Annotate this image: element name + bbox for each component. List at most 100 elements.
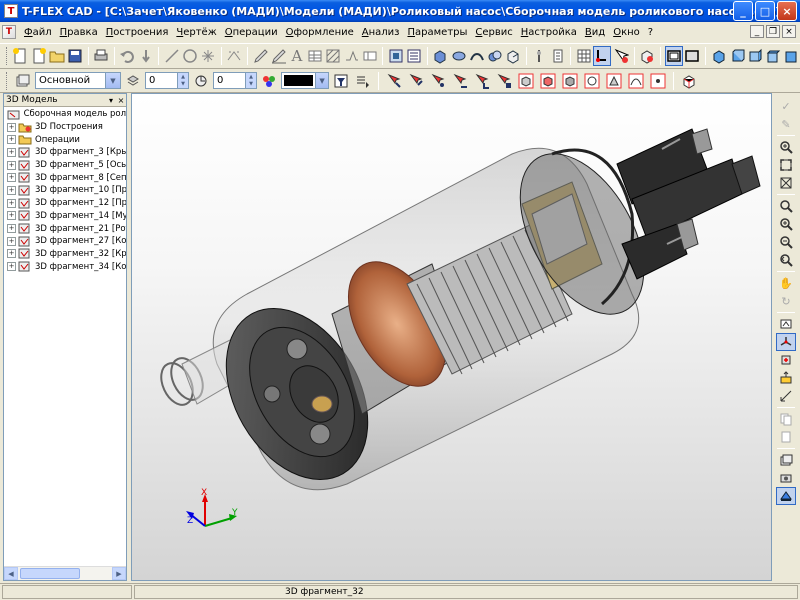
3d-view-icon[interactable] xyxy=(783,46,800,66)
redo-icon[interactable] xyxy=(137,46,154,66)
tree-item-fragment[interactable]: + 3D фрагмент_21 [Рот xyxy=(4,222,126,235)
menu-window[interactable]: Окно xyxy=(609,27,644,38)
zoom-prev-icon[interactable] xyxy=(776,251,796,269)
paste-icon[interactable] xyxy=(776,428,796,446)
title-bar[interactable]: T T-FLEX CAD - [C:\Зачет\Яковенко (МАДИ)… xyxy=(0,0,800,22)
3d-viewport[interactable]: X Y Z xyxy=(131,93,772,581)
check-icon[interactable]: ✓ xyxy=(776,97,796,115)
table-icon[interactable] xyxy=(307,46,324,66)
select-ws-icon[interactable] xyxy=(604,71,624,91)
panel-close-button[interactable]: × xyxy=(116,96,126,105)
filter-icon[interactable] xyxy=(331,71,351,91)
menu-view[interactable]: Вид xyxy=(581,27,609,38)
maximize-button[interactable]: □ xyxy=(755,1,775,21)
expand-icon[interactable]: + xyxy=(7,122,16,132)
node-icon[interactable] xyxy=(200,46,217,66)
expand-icon[interactable]: + xyxy=(7,198,16,208)
expand-icon[interactable]: + xyxy=(7,173,16,183)
select-rotate-icon[interactable] xyxy=(406,71,426,91)
chevron-down-icon[interactable]: ▼ xyxy=(315,73,328,88)
expand-icon[interactable]: + xyxy=(7,236,16,246)
expand-icon[interactable]: + xyxy=(7,224,16,234)
menu-service[interactable]: Сервис xyxy=(471,27,516,38)
pen-2-icon[interactable] xyxy=(270,46,287,66)
select-op-icon[interactable] xyxy=(538,71,558,91)
select-face-icon[interactable] xyxy=(494,71,514,91)
zoom-plus-icon[interactable] xyxy=(776,215,796,233)
hatch-icon[interactable] xyxy=(325,46,342,66)
zoom-icon[interactable] xyxy=(776,197,796,215)
priority-spinner[interactable]: 0 ▲ ▼ xyxy=(213,72,257,89)
section-icon[interactable] xyxy=(776,351,796,369)
menu-help[interactable]: ? xyxy=(644,27,657,38)
view-icon[interactable] xyxy=(639,46,656,66)
spin-up-icon[interactable]: ▲ xyxy=(246,73,256,81)
app-icon[interactable]: T xyxy=(4,4,18,18)
scroll-right-icon[interactable]: ▶ xyxy=(112,567,126,580)
level-icon[interactable] xyxy=(123,71,143,91)
select-line-icon[interactable] xyxy=(450,71,470,91)
boolean-icon[interactable] xyxy=(486,46,503,66)
menu-drawing[interactable]: Чертёж xyxy=(172,27,220,38)
rough-icon[interactable] xyxy=(343,46,360,66)
layer-combo[interactable]: Основной ▼ xyxy=(35,72,121,89)
fragment-icon[interactable] xyxy=(387,46,404,66)
print-icon[interactable] xyxy=(93,46,110,66)
chevron-down-icon[interactable]: ▼ xyxy=(105,73,120,88)
select-profile-icon[interactable] xyxy=(582,71,602,91)
menu-format[interactable]: Оформление xyxy=(282,27,358,38)
new-document-icon[interactable] xyxy=(12,46,29,66)
tree-item-fragment[interactable]: + 3D фрагмент_34 [Кор xyxy=(4,260,126,273)
extrude-icon[interactable] xyxy=(432,46,449,66)
dimension-icon[interactable] xyxy=(226,46,243,66)
color-palette-icon[interactable] xyxy=(259,71,279,91)
pan-icon[interactable]: ✋ xyxy=(776,274,796,292)
spec-icon[interactable] xyxy=(406,46,423,66)
horizontal-scrollbar[interactable]: ◀ ▶ xyxy=(4,566,126,580)
select-body-icon[interactable] xyxy=(516,71,536,91)
close-button[interactable]: × xyxy=(777,1,797,21)
select-fragment-icon[interactable] xyxy=(560,71,580,91)
text-icon[interactable]: A xyxy=(288,46,305,66)
expand-icon[interactable]: + xyxy=(7,262,16,272)
mdi-minimize-button[interactable]: _ xyxy=(750,25,764,38)
expand-icon[interactable]: + xyxy=(7,160,16,170)
tree-item-fragment[interactable]: + 3D фрагмент_27 [Кор xyxy=(4,235,126,248)
dimension-3d-icon[interactable] xyxy=(776,387,796,405)
tree-item-fragment[interactable]: + 3D фрагмент_32 [Кры xyxy=(4,248,126,261)
attach-icon[interactable] xyxy=(531,46,548,66)
tree-item-fragment[interactable]: + 3D фрагмент_5 [Ось р xyxy=(4,159,126,172)
rotate-icon[interactable] xyxy=(450,46,467,66)
expand-icon[interactable]: + xyxy=(7,135,16,145)
tree-item-assembly[interactable]: Сборочная модель ролико xyxy=(4,108,126,121)
mdi-restore-button[interactable]: ❐ xyxy=(766,25,780,38)
expand-icon[interactable]: + xyxy=(7,147,16,157)
menu-parameters[interactable]: Параметры xyxy=(403,27,471,38)
snap-icon[interactable] xyxy=(593,46,612,66)
select-move-icon[interactable] xyxy=(384,71,404,91)
shell-icon[interactable] xyxy=(505,46,522,66)
zoom-window-icon[interactable] xyxy=(776,174,796,192)
loft-icon[interactable] xyxy=(468,46,485,66)
select-path-icon[interactable] xyxy=(626,71,646,91)
axes-icon[interactable] xyxy=(776,333,796,351)
circle-icon[interactable] xyxy=(181,46,198,66)
grid-icon[interactable] xyxy=(575,46,592,66)
tree-item-fragment[interactable]: + 3D фрагмент_14 [Муф xyxy=(4,210,126,223)
shade-icon[interactable] xyxy=(684,46,701,66)
tree-item-fragment[interactable]: + 3D фрагмент_12 [Про xyxy=(4,197,126,210)
tree-item-operations[interactable]: + Операции xyxy=(4,133,126,146)
tree-item-fragment[interactable]: + 3D фрагмент_3 [Крыш xyxy=(4,146,126,159)
front-icon[interactable] xyxy=(728,46,745,66)
select-3d-node-icon[interactable] xyxy=(648,71,668,91)
view-3d-icon[interactable] xyxy=(776,315,796,333)
open-icon[interactable] xyxy=(48,46,65,66)
line-icon[interactable] xyxy=(163,46,180,66)
tree-item-fragment[interactable]: + 3D фрагмент_8 [Сепа xyxy=(4,171,126,184)
copy-icon[interactable] xyxy=(776,410,796,428)
color-combo[interactable]: ▼ xyxy=(281,72,329,89)
move-icon[interactable] xyxy=(776,369,796,387)
menu-construct[interactable]: Построения xyxy=(102,27,173,38)
menu-settings[interactable]: Настройка xyxy=(517,27,581,38)
menu-file[interactable]: Файл xyxy=(20,27,56,38)
